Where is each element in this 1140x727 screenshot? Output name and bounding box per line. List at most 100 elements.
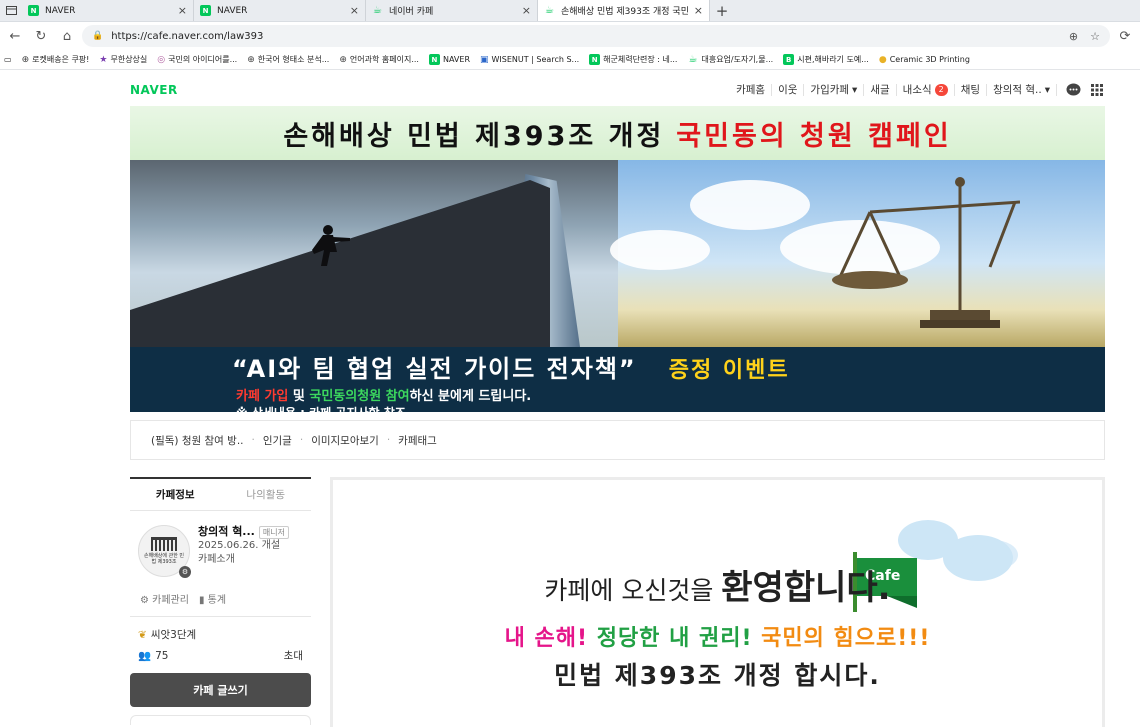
campaign-line: 민법 제393조 개정 합시다. [554,661,881,690]
browser-tab-bar: N NAVER × N NAVER × ☕ 네이버 카페 × ☕ 손해배상 민법… [0,0,1140,22]
bookmarks-menu-icon[interactable]: ▭ [4,55,12,64]
gnb-neighbors[interactable]: 이웃 [772,84,805,96]
bookmark-item[interactable]: ⊕ 로켓배송은 쿠팡! [22,54,90,65]
bookmark-item[interactable]: ★ 무한상상실 [99,54,147,65]
uphill-ridge-shape [130,180,550,347]
cafe-icon: ☕ [545,5,554,16]
cafe-menu-bar: (필독) 청원 참여 방.. · 인기글 · 이미지모아보기 · 카페태그 [130,420,1105,460]
seed-icon: ❦ [138,628,147,641]
tab-title: 네이버 카페 [389,7,434,17]
naver-icon: N [28,5,39,16]
menu-item-tags[interactable]: 카페태그 [398,433,437,448]
tab-cafe-info[interactable]: 카페정보 [130,479,221,510]
event-condition: 카페 가입 및 국민동의청원 참여하신 분에게 드립니다. [236,389,532,404]
cafe-manage-link[interactable]: ⚙ 카페관리 [140,591,189,606]
bookmark-item[interactable]: B 시편,해바라기 도예... [783,54,869,65]
gear-icon[interactable]: ⚙ [179,566,191,578]
tab-title: 손해배상 민법 제393조 개정 국민 [561,7,688,17]
courthouse-icon [151,537,177,551]
bookmark-item[interactable]: ⊕ 한국어 형태소 분석... [247,54,329,65]
menu-item-notice[interactable]: (필독) 청원 참여 방.. [151,433,244,448]
event-label: 증정 이벤트 [668,358,790,383]
bookmark-item[interactable]: ◎ 국민의 아이디어를... [157,54,237,65]
gear-icon: ⚙ [140,595,149,606]
cafe-avatar[interactable]: 손해배상에 관한 민법 제393조 ⚙ [138,525,191,578]
gnb-my-news[interactable]: 내소식 2 [897,84,955,96]
slogan-line: 내 손해! 정당한 내 권리! 국민의 힘으로!!! [504,626,931,651]
bookmark-item[interactable]: ▣ WISENUT | Search S... [480,55,579,65]
browser-tab-4[interactable]: ☕ 손해배상 민법 제393조 개정 국민 × [538,0,710,21]
favorite-star-icon[interactable]: ☆ [1090,30,1100,43]
banner-headline: 손해배상 민법 제393조 개정 국민동의 청원 캠페인 [130,106,1105,160]
bookmark-item[interactable]: ⊕ 언어과학 홈페이지... [339,54,419,65]
tab-title: NAVER [45,5,76,16]
browser-tab-1[interactable]: N NAVER × [22,0,194,21]
banner-illustration [130,160,1105,347]
bar-chart-icon: ▮ [198,595,205,606]
cafe-level: ❦ 씨앗3단계 [138,628,197,642]
gnb-profile-menu[interactable]: 창의적 혁.. ▾ [987,84,1057,96]
cafe-banner[interactable]: 손해배상 민법 제393조 개정 국민동의 청원 캠페인 “AI와 팀 협업 실… [130,106,1105,412]
close-icon[interactable]: × [694,4,703,17]
gnb-cafe-home[interactable]: 카페홈 [730,84,773,96]
cafe-icon: ☕ [373,5,382,16]
bookmark-item[interactable]: N 해군체력단련장 : 네... [589,54,677,65]
back-icon[interactable]: ← [4,29,26,44]
members-icon: 👥 [138,650,152,662]
write-post-button[interactable]: 카페 글쓰기 [130,673,311,707]
member-count[interactable]: 75 [155,650,168,662]
bookmarks-bar: ▭ ⊕ 로켓배송은 쿠팡! ★ 무한상상실 ◎ 국민의 아이디어를... ⊕ 한국어 형… [0,50,1140,70]
url-bar[interactable]: 🔒 https://cafe.naver.com/law393 ⊕ ☆ [82,25,1110,47]
close-icon[interactable]: × [522,4,531,17]
cafe-stats-link[interactable]: ▮ 통계 [199,591,226,606]
event-title: “AI와 팀 협업 실전 가이드 전자책” [232,355,637,383]
extensions-icon[interactable]: ⟳ [1114,29,1136,44]
naver-icon: N [589,54,601,65]
member-row: 👥 75 초대 [130,642,311,663]
menu-item-images[interactable]: 이미지모아보기 [311,433,379,448]
avatar-caption: 손해배상에 관한 민법 제393조 [144,553,184,565]
close-icon[interactable]: × [350,4,359,17]
bookmark-item[interactable]: ☕ 대흥요업/도자기,물... [687,54,773,65]
gnb-joined-cafes[interactable]: 가입카페 ▾ [804,84,865,96]
naver-icon: N [428,54,440,65]
caret-down-icon: ▾ [1044,84,1050,96]
role-badge: 매니저 [258,525,289,539]
cafe-intro-link[interactable]: 카페소개 [198,553,289,567]
gnb-new-posts[interactable]: 새글 [864,84,897,96]
refresh-icon[interactable]: ↻ [30,29,52,44]
cafe-page: NAVER 카페홈 이웃 가입카페 ▾ 새글 내소식 2 채팅 창의적 혁.. ▾ 손… [130,76,1105,727]
browser-tab-2[interactable]: N NAVER × [194,0,366,21]
url-text: https://cafe.naver.com/law393 [111,30,264,42]
new-tab-button[interactable]: + [710,0,734,21]
browser-tab-3[interactable]: ☕ 네이버 카페 × [366,0,538,21]
close-icon[interactable]: × [178,4,187,17]
home-icon[interactable]: ⌂ [56,29,78,44]
cafe-name[interactable]: 창의적 혁... [198,525,255,539]
scales-of-justice-icon [832,177,1020,328]
globe-icon: ⊕ [339,54,347,65]
lock-icon: 🔒 [92,31,104,41]
address-toolbar: ← ↻ ⌂ 🔒 https://cafe.naver.com/law393 ⊕ … [0,22,1140,50]
star-icon: ★ [99,54,108,65]
app-grid-icon[interactable] [1089,82,1105,98]
zoom-icon[interactable]: ⊕ [1069,30,1078,43]
bookmark-item[interactable]: ● Ceramic 3D Printing [879,55,970,65]
site-icon: ▣ [480,54,489,65]
chat-bubble-icon[interactable] [1065,82,1081,98]
invite-link[interactable]: 초대 [284,648,303,663]
tab-my-activity[interactable]: 나의활동 [221,479,312,510]
tab-actions-icon[interactable] [0,0,22,21]
globe-icon: ⊕ [21,54,30,65]
bookmark-item[interactable]: N NAVER [428,54,470,65]
cafe-sidebar: 카페정보 나의활동 손해배상에 관한 민법 제393조 ⚙ 창의적 혁... 매니… [130,477,311,725]
site-icon: ● [878,54,887,65]
founded-date: 2025.06.26. 개설 [198,540,281,551]
gnb-chat[interactable]: 채팅 [955,84,988,96]
site-icon: ◎ [157,54,166,65]
tab-title: NAVER [217,5,248,16]
cafe-gnb: NAVER 카페홈 이웃 가입카페 ▾ 새글 내소식 2 채팅 창의적 혁.. ▾ [130,76,1105,104]
naver-logo[interactable]: NAVER [130,83,178,97]
menu-item-popular[interactable]: 인기글 [263,433,292,448]
caret-down-icon: ▾ [852,84,858,96]
